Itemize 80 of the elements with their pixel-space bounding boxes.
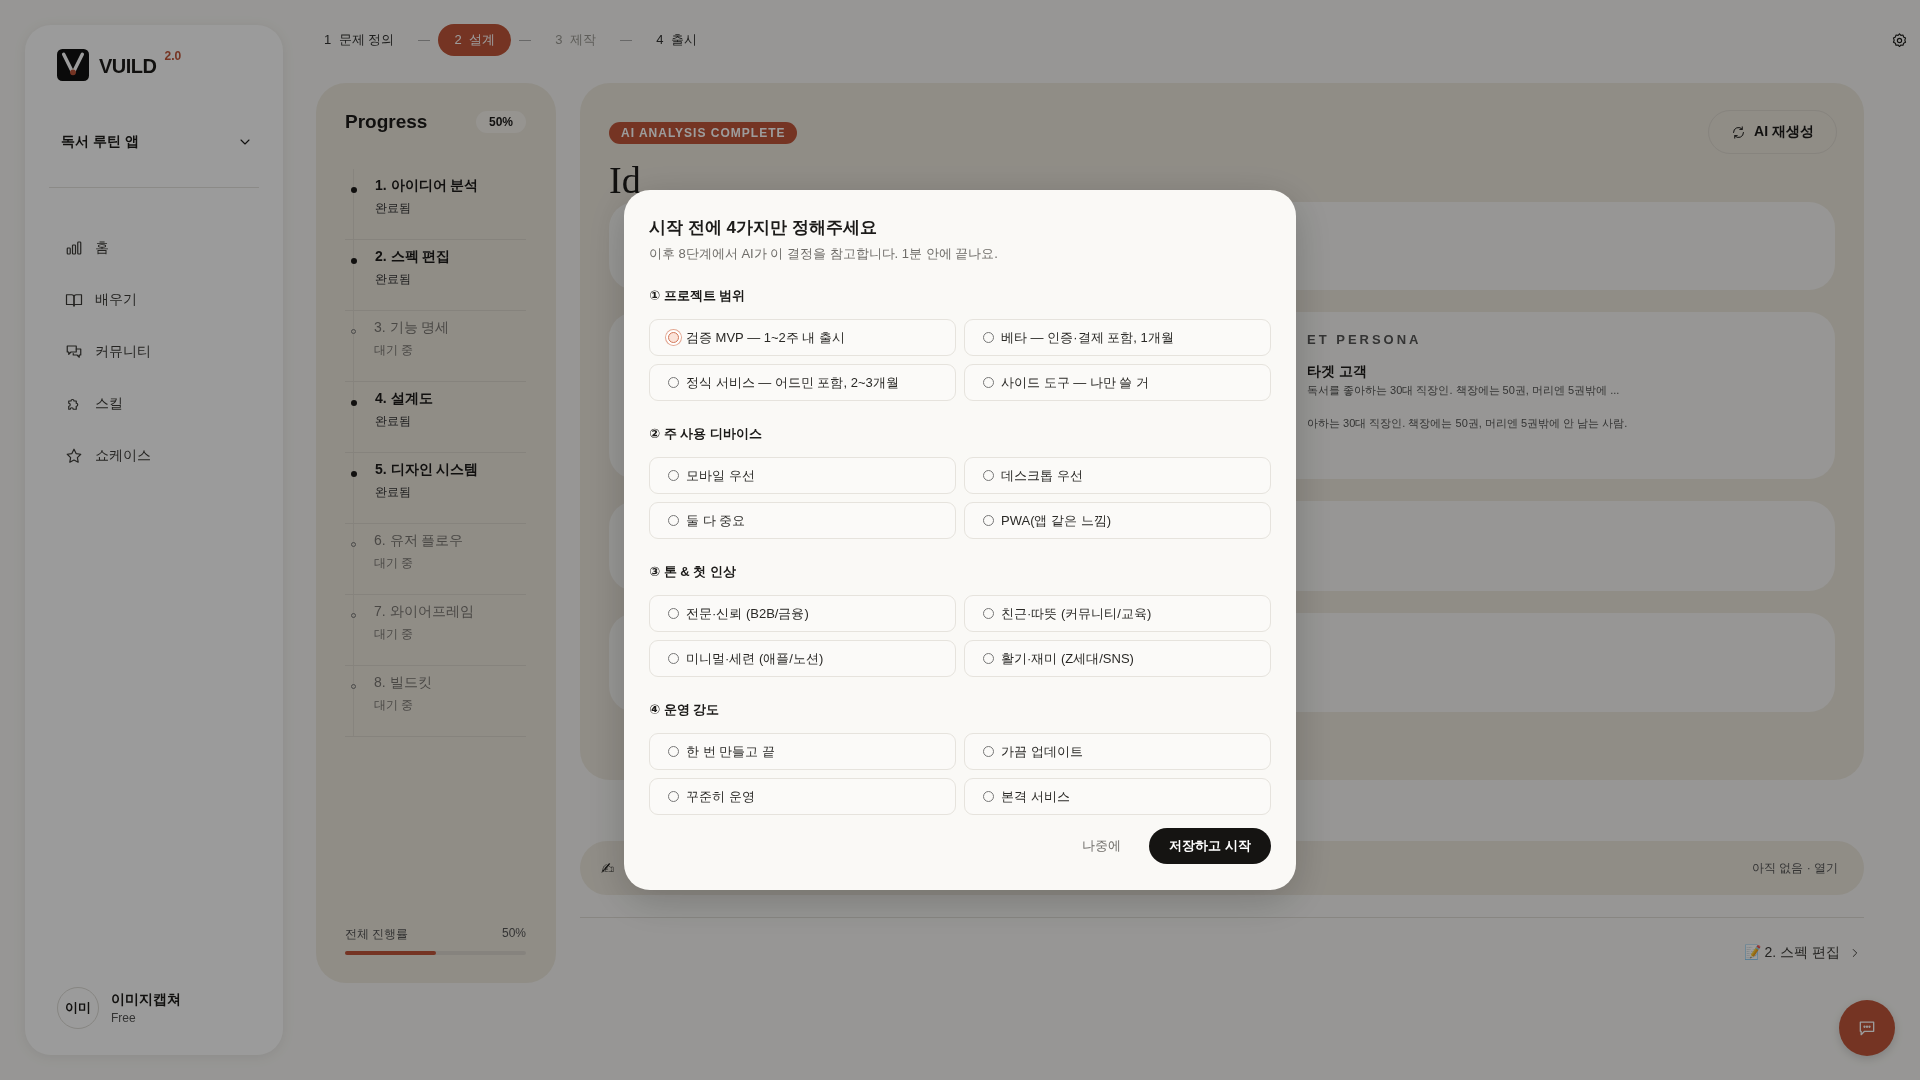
later-button[interactable]: 나중에	[1078, 829, 1126, 863]
option-button[interactable]: 본격 서비스	[964, 778, 1271, 815]
step-title: 8. 빌드킷	[374, 674, 432, 692]
nav-item[interactable]: 쇼케이스	[65, 440, 259, 472]
settings-button[interactable]	[1891, 31, 1908, 49]
step-title: 7. 와이어프레임	[374, 603, 474, 621]
section-label: ET PERSONA	[1307, 332, 1423, 347]
step-tab[interactable]: 2 설계	[438, 24, 512, 56]
panel-title: Progress	[345, 111, 428, 133]
option-button[interactable]: 가끔 업데이트	[964, 733, 1271, 770]
progress-step[interactable]: 4. 설계도 완료됨	[345, 382, 526, 453]
option-button[interactable]: 정식 서비스 — 어드민 포함, 2~3개월	[649, 364, 956, 401]
dialog-subtitle: 이후 8단계에서 AI가 이 결정을 참고합니다. 1분 안에 끝나요.	[649, 245, 999, 263]
option-button[interactable]: 베타 — 인증·결제 포함, 1개월	[964, 319, 1271, 356]
step-title: 4. 설계도	[375, 390, 433, 408]
question-label: ④ 운영 강도	[649, 701, 721, 719]
persona-summary: 독서를 좋아하는 30대 직장인. 책장에는 50권, 머리엔 5권밖에 ...	[1307, 383, 1621, 398]
book-icon	[65, 291, 83, 309]
option-button[interactable]: 모바일 우선	[649, 457, 956, 494]
chat-button[interactable]	[1839, 1000, 1895, 1056]
option-button[interactable]: 데스크톱 우선	[964, 457, 1271, 494]
step-status: 대기 중	[374, 626, 415, 643]
option-button[interactable]: 사이드 도구 — 나만 쓸 거	[964, 364, 1271, 401]
option-button[interactable]: 둘 다 중요	[649, 502, 956, 539]
step-title: 3. 기능 명세	[374, 319, 450, 337]
user-name: 이미지캡쳐	[111, 991, 181, 1009]
nav-item[interactable]: 홈	[65, 232, 259, 264]
writing-emoji: ✍	[601, 858, 615, 878]
option-button[interactable]: 친근·따뜻 (커뮤니티/교육)	[964, 595, 1271, 632]
option-button[interactable]: 검증 MVP — 1~2주 내 출시	[649, 319, 956, 356]
page-heading: Id	[609, 158, 642, 198]
percent-badge: 50%	[475, 111, 526, 133]
question-label: ① 프로젝트 범위	[649, 287, 747, 305]
version-label: 2.0	[164, 49, 182, 63]
option-button[interactable]: 꾸준히 운영	[649, 778, 956, 815]
chat-icon	[65, 343, 83, 361]
step-tab[interactable]: 1 문제 정의	[316, 24, 411, 56]
question-label: ② 주 사용 디바이스	[649, 425, 763, 443]
nav-item[interactable]: 커뮤니티	[65, 336, 259, 368]
project-dropdown[interactable]: 독서 루틴 앱	[49, 133, 259, 151]
step-status: 완료됨	[375, 200, 412, 217]
step-title: 1. 아이디어 분석	[375, 177, 479, 195]
step-status: 대기 중	[374, 342, 415, 359]
nav-item[interactable]: 배우기	[65, 284, 259, 316]
overall-label: 전체 진행률	[345, 926, 409, 943]
option-button[interactable]: 한 번 만들고 끝	[649, 733, 956, 770]
question-label: ③ 톤 & 첫 인상	[649, 563, 737, 581]
step-title: 5. 디자인 시스템	[375, 461, 479, 479]
plan-label: Free	[111, 1011, 137, 1025]
step-status: 완료됨	[375, 413, 412, 430]
overall-value: 50%	[501, 926, 526, 942]
refresh-icon	[1731, 124, 1747, 140]
next-step-link[interactable]: 📝 2. 스펙 편집	[1743, 944, 1862, 962]
step-title: 6. 유저 플로우	[374, 532, 464, 550]
save-start-button[interactable]: 저장하고 시작	[1149, 828, 1271, 864]
logo-text: VUILD	[99, 55, 157, 78]
step-status: 완료됨	[375, 271, 412, 288]
option-button[interactable]: PWA(앱 같은 느낌)	[964, 502, 1271, 539]
step-status: 대기 중	[374, 697, 415, 714]
logo-icon	[57, 49, 89, 81]
persona-detail: 아하는 30대 직장인. 책장에는 50권, 머리엔 5권밖에 안 남는 사람.	[1307, 416, 1629, 431]
status-badge: AI ANALYSIS COMPLETE	[609, 122, 798, 144]
progress-step[interactable]: 5. 디자인 시스템 완료됨	[345, 453, 526, 524]
progress-step[interactable]: 2. 스펙 편집 완료됨	[345, 240, 526, 311]
settings-icon	[1891, 31, 1908, 49]
project-name: 독서 루틴 앱	[61, 133, 139, 151]
step-tab[interactable]: 4 출시	[640, 24, 714, 56]
chart-icon	[65, 239, 83, 257]
nav-item[interactable]: 스킬	[65, 388, 259, 420]
progress-step[interactable]: 1. 아이디어 분석 완료됨	[345, 169, 526, 240]
step-status: 완료됨	[375, 484, 412, 501]
persona-title: 타겟 고객	[1307, 363, 1368, 381]
option-button[interactable]: 전문·신뢰 (B2B/금융)	[649, 595, 956, 632]
option-button[interactable]: 활기·재미 (Z세대/SNS)	[964, 640, 1271, 677]
option-button[interactable]: 미니멀·세련 (애플/노션)	[649, 640, 956, 677]
step-title: 2. 스펙 편집	[375, 248, 451, 266]
dialog-title: 시작 전에 4가지만 정해주세요	[649, 217, 878, 239]
star-icon	[65, 447, 83, 465]
open-link[interactable]: 아직 없음 · 열기	[1752, 859, 1838, 877]
step-status: 대기 중	[374, 555, 415, 572]
